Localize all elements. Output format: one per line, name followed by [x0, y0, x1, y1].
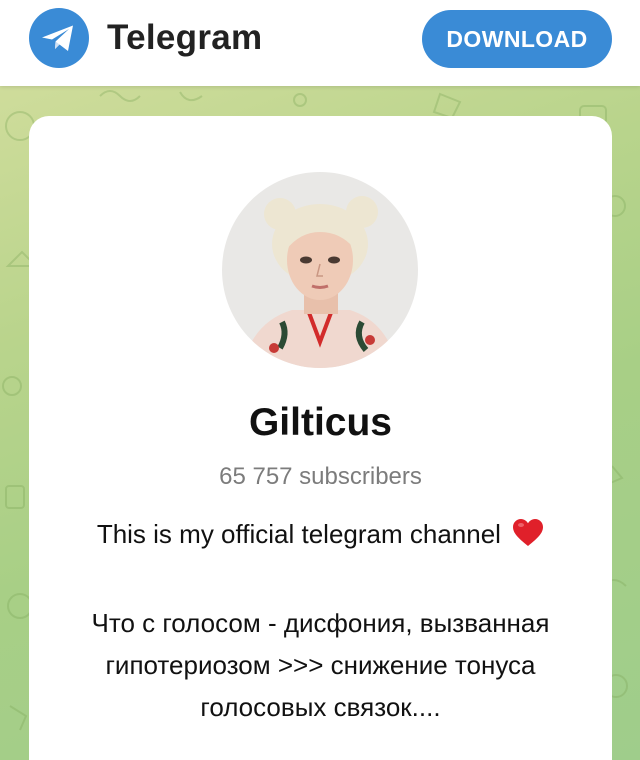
channel-description-text: This is my official telegram channel [96, 519, 501, 549]
subscriber-count: 65 757 subscribers [219, 463, 422, 490]
channel-avatar [222, 172, 418, 368]
channel-title: Gilticus [248, 401, 393, 444]
top-header-bar: Telegram DOWNLOAD [0, 0, 640, 86]
description-ru-line-3: голосовых связок.... [200, 692, 441, 722]
channel-description-russian: Что с голосом - дисфония, вызванная гипо… [49, 602, 592, 728]
channel-description-line: This is my official telegram channel [29, 516, 612, 552]
channel-info-card: Gilticus 65 757 subscribers This is my o… [29, 116, 612, 760]
red-heart-icon [513, 519, 544, 546]
app-logo-text: Telegram [107, 18, 263, 57]
description-ru-line-1: Что с голосом - дисфония, вызванная [91, 608, 550, 638]
telegram-logo-icon[interactable] [29, 8, 89, 68]
description-ru-line-2: гипотериозом >>> снижение тонуса [105, 650, 536, 680]
download-button[interactable]: DOWNLOAD [422, 10, 612, 68]
